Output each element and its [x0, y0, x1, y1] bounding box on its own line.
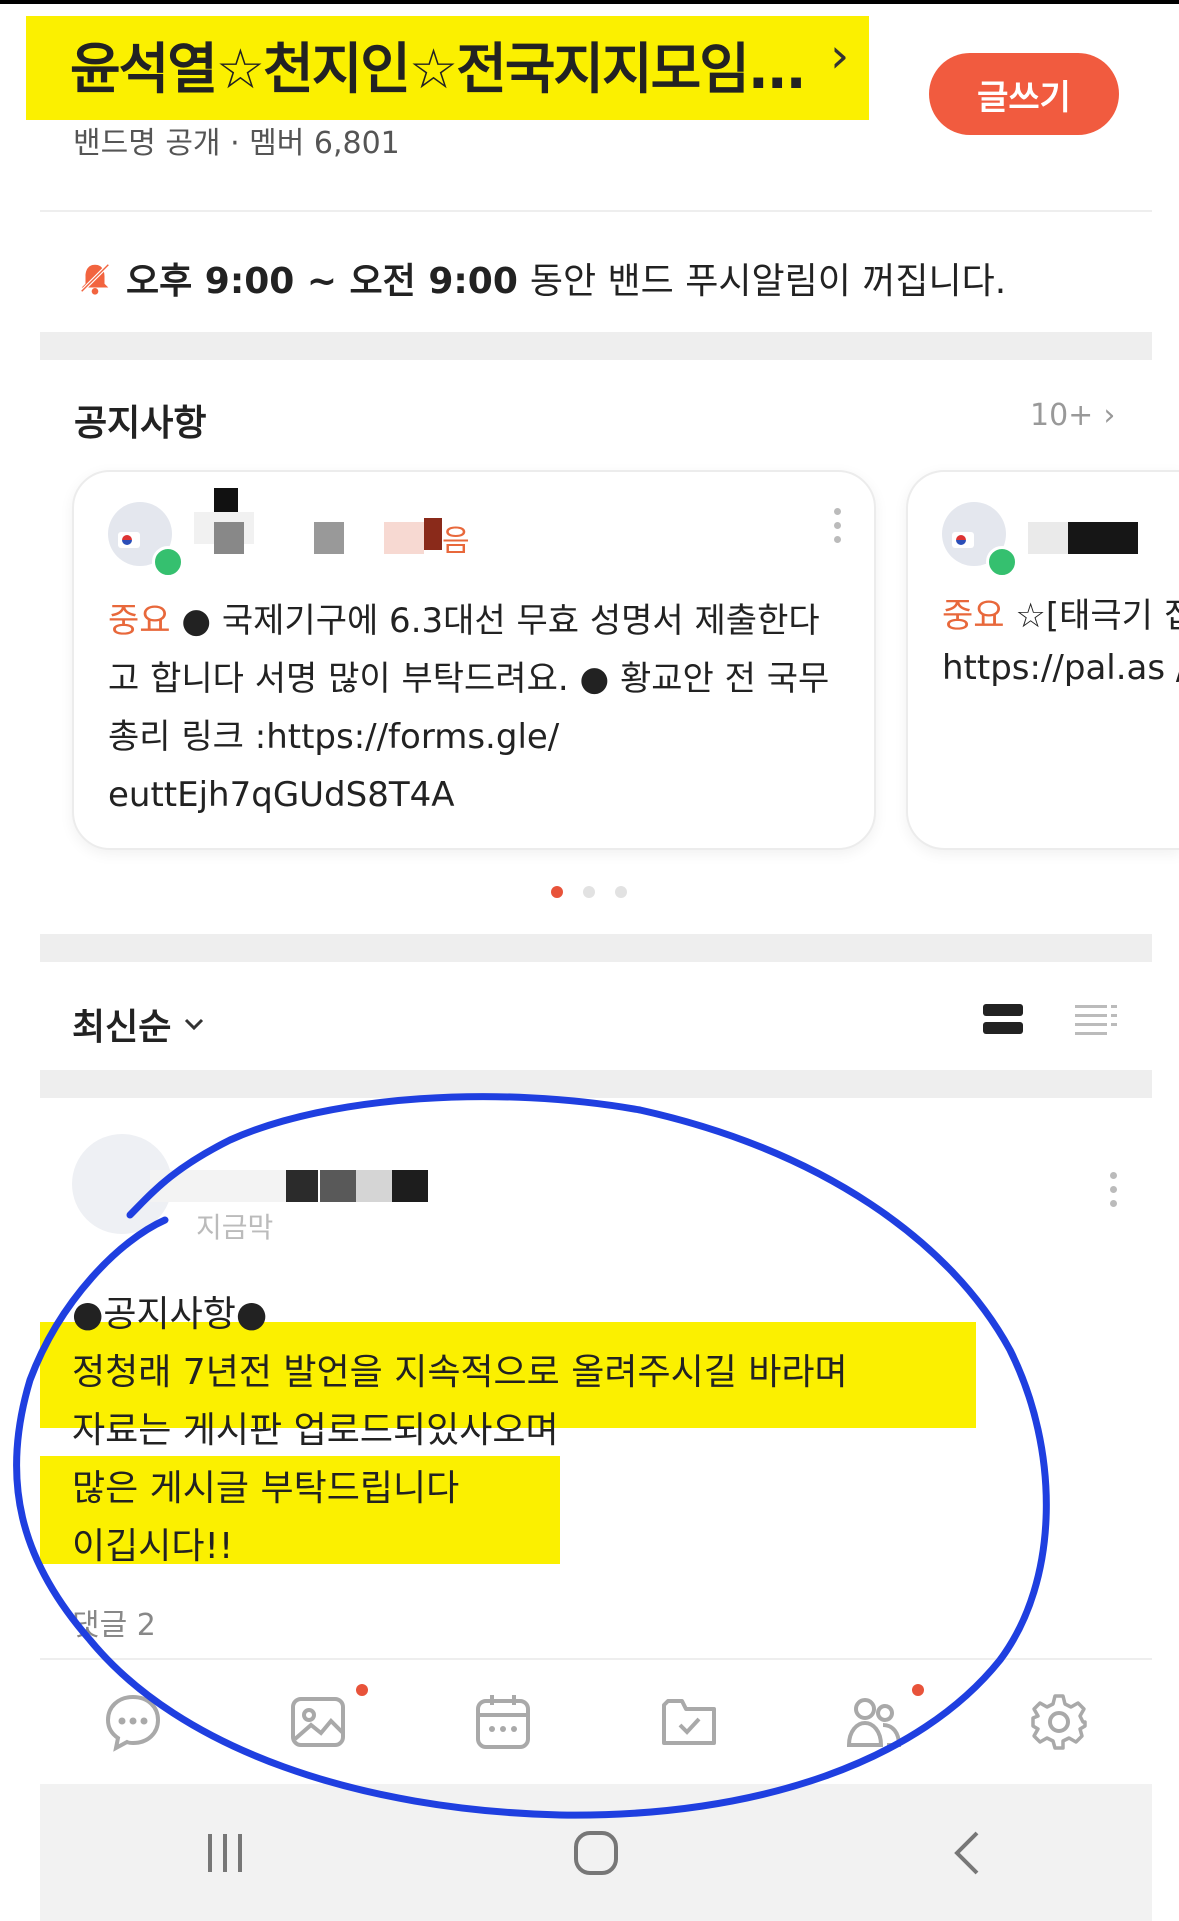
calendar-icon[interactable]: [467, 1686, 539, 1758]
notice-card[interactable]: 중요 ☆[태극기 집회에서 듣지 https://pal.as /lgsltpa…: [906, 470, 1179, 850]
write-button[interactable]: 글쓰기: [929, 53, 1119, 135]
post-time: 지금막: [196, 1211, 274, 1244]
redacted-name: [1028, 522, 1068, 554]
comment-count[interactable]: 댓글 2: [72, 1600, 156, 1644]
section-gap: [40, 332, 1152, 360]
new-badge-dot: [355, 1684, 368, 1696]
list-view-icon[interactable]: [1075, 1002, 1117, 1036]
chevron-down-icon: [185, 1018, 204, 1031]
band-title[interactable]: 윤석열☆천지인☆전국지지모임...: [70, 24, 806, 104]
redacted-name: [214, 522, 244, 554]
sort-label: 최신순: [72, 1007, 172, 1048]
redacted-name: [286, 1170, 318, 1202]
author-suffix: 음: [442, 524, 470, 559]
carousel-indicator[interactable]: [551, 886, 627, 898]
header-divider: [40, 210, 1152, 212]
post-line: 많은 게시글 부탁드립니다: [72, 1468, 460, 1509]
redacted-name: [384, 522, 424, 554]
admin-badge-icon: [986, 546, 1018, 578]
recent-apps-icon[interactable]: [180, 1818, 270, 1888]
bell-off-icon: [80, 263, 110, 295]
back-icon[interactable]: [922, 1818, 1012, 1888]
post-line: 자료는 게시판 업로드되있사오며: [72, 1410, 559, 1451]
notice-card-text: 중요 ● 국제기구에 6.3대선 무효 성명서 제출한다고 합니다 서명 많이 …: [108, 592, 838, 824]
redacted-name: [1068, 522, 1138, 554]
important-tag: 중요: [108, 601, 171, 641]
redacted-name: [314, 522, 344, 554]
notice-count: 10+: [1030, 398, 1094, 433]
chevron-right-icon: ›: [1103, 398, 1116, 433]
redacted-name: [150, 1170, 286, 1202]
card-view-icon[interactable]: [983, 1002, 1023, 1036]
notice-card[interactable]: 음 중요 ● 국제기구에 6.3대선 무효 성명서 제출한다고 합니다 서명 많…: [72, 470, 876, 850]
top-edge-line: [0, 0, 1179, 4]
redacted-name: [320, 1170, 356, 1202]
redacted-name: [356, 1170, 392, 1202]
carousel-dot[interactable]: [583, 886, 595, 898]
push-notice: 오후 9:00 ~ 오전 9:00 동안 밴드 푸시알림이 꺼집니다.: [76, 252, 1006, 304]
notice-heading: 공지사항: [74, 403, 207, 444]
carousel-dot[interactable]: [615, 886, 627, 898]
redacted-name: [424, 518, 442, 550]
important-tag: 중요: [942, 596, 1005, 636]
push-time-range: 오후 9:00 ~ 오전 9:00: [126, 261, 518, 302]
post-line: ●공지사항●: [72, 1294, 268, 1335]
admin-badge-icon: [152, 546, 184, 578]
more-options-icon[interactable]: [1110, 1172, 1118, 1207]
redacted-name: [392, 1170, 428, 1202]
bottom-nav: [40, 1660, 1152, 1784]
post-body[interactable]: ●공지사항● 정청래 7년전 발언을 지속적으로 올려주시길 바라며 자료는 게…: [72, 1286, 848, 1576]
title-chevron-icon[interactable]: ›: [830, 28, 849, 84]
section-gap: [40, 1070, 1152, 1098]
settings-icon[interactable]: [1023, 1686, 1095, 1758]
redacted-name: [214, 488, 238, 512]
post-line: 정청래 7년전 발언을 지속적으로 올려주시길 바라며: [72, 1352, 848, 1393]
sort-dropdown[interactable]: 최신순: [72, 998, 205, 1050]
photo-icon[interactable]: [282, 1684, 368, 1758]
new-badge-dot: [911, 1684, 924, 1696]
notice-more-link[interactable]: 10+ ›: [1030, 398, 1115, 433]
notice-text: ● 국제기구에 6.3대선 무효 성명서 제출한다고 합니다 서명 많이 부탁드…: [108, 601, 830, 815]
post-line: 이깁시다!!: [72, 1526, 234, 1567]
home-icon[interactable]: [551, 1818, 641, 1888]
folder-check-icon[interactable]: [653, 1686, 725, 1758]
more-options-icon[interactable]: [834, 508, 842, 543]
carousel-dot[interactable]: [551, 886, 563, 898]
section-gap: [40, 934, 1152, 962]
band-meta: 밴드명 공개 · 멤버 6,801: [73, 126, 400, 161]
members-icon[interactable]: [838, 1684, 924, 1758]
system-nav-bar: [40, 1784, 1152, 1921]
notice-card-text: 중요 ☆[태극기 집회에서 듣지 https://pal.as /lgsltpa…: [942, 590, 1179, 694]
push-message: 동안 밴드 푸시알림이 꺼집니다.: [529, 261, 1007, 302]
chat-icon[interactable]: [97, 1686, 169, 1758]
